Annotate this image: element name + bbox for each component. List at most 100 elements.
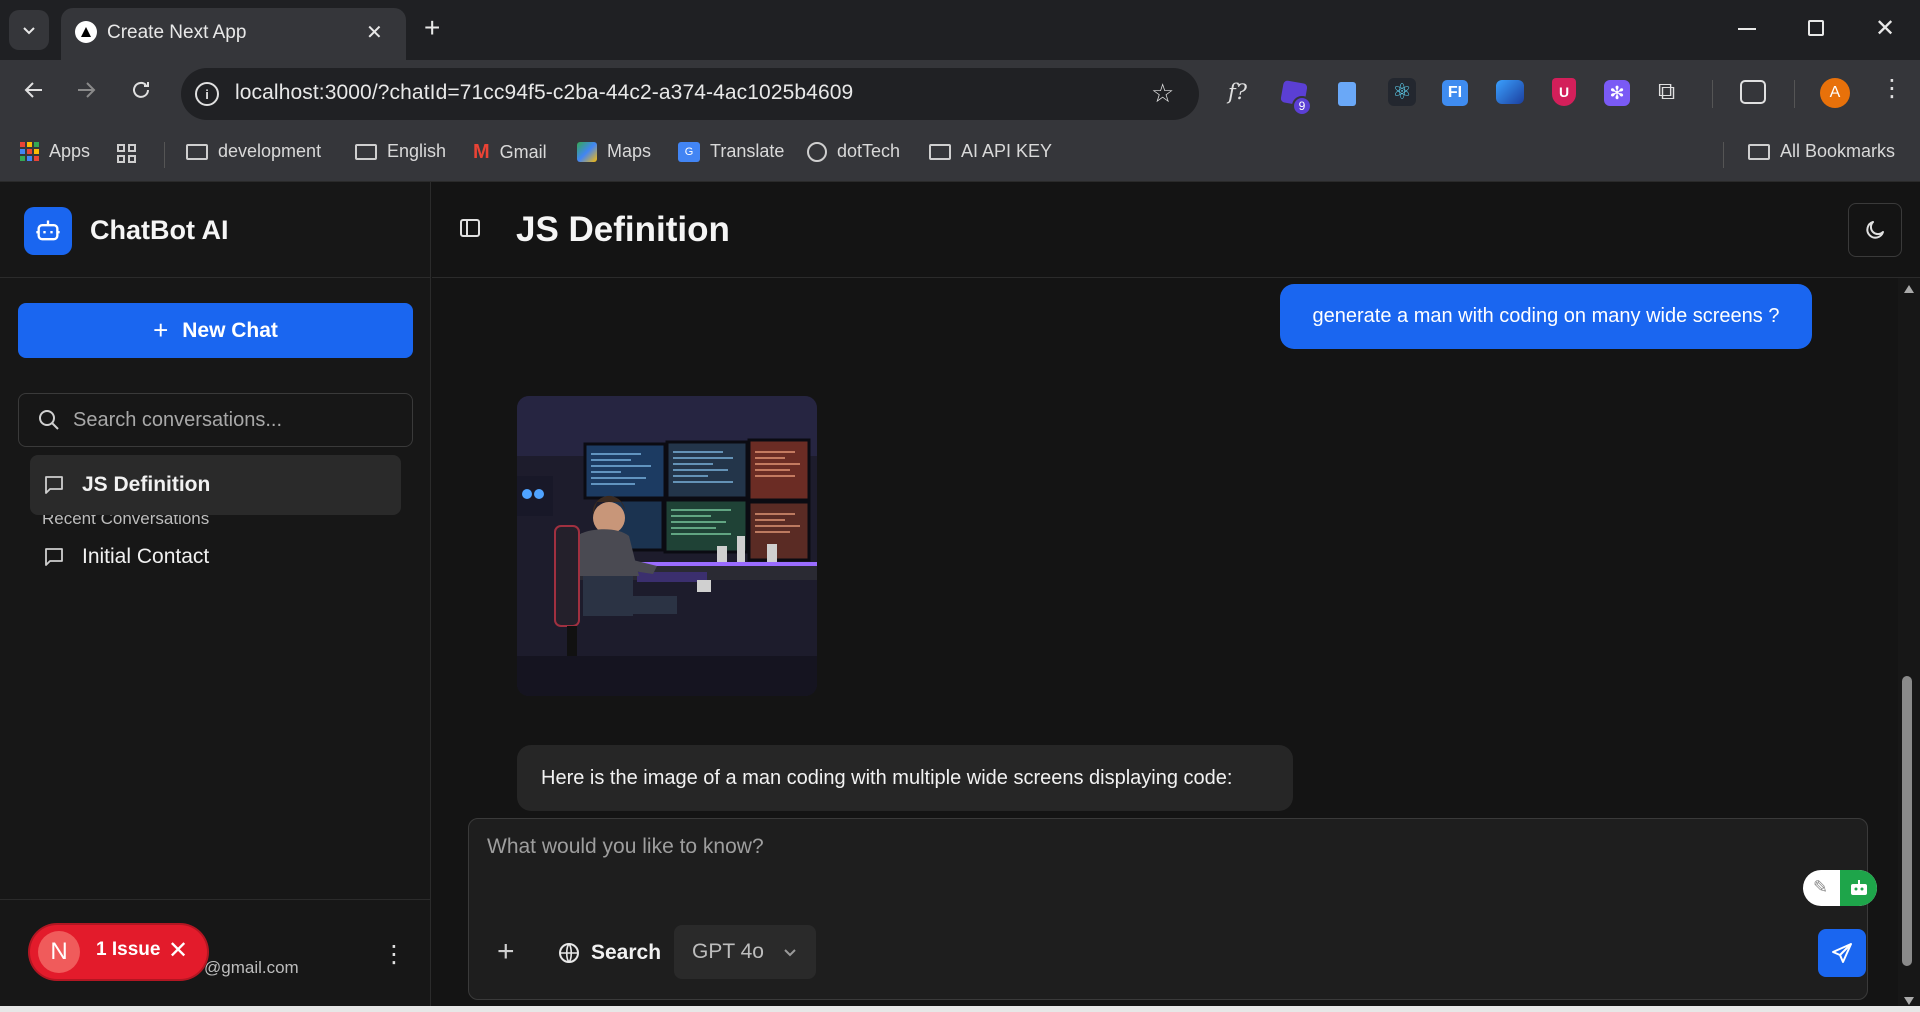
message-input[interactable] [487,835,1787,895]
bookmark-label: Maps [607,141,652,161]
chat-main: JS Definition generate a man with coding… [432,182,1920,1012]
bot-logo [24,207,72,255]
tab-title: Create Next App [107,22,247,43]
scrollbar-thumb[interactable] [1902,676,1912,966]
send-button[interactable] [1818,929,1866,977]
nextjs-issues-badge[interactable]: N 1 Issue ✕ [30,925,207,979]
browser-tab-bar: Create Next App ✕ + ✕ [0,0,1920,60]
browser-menu-icon[interactable]: ⋮ [1880,74,1904,103]
minimize-icon[interactable] [1738,28,1756,30]
message-square-icon [45,548,63,566]
send-icon [1832,943,1852,963]
chat-title: JS Definition [516,210,730,249]
grammar-extension-widget[interactable]: ✎ [1803,870,1877,906]
browser-tab-active[interactable]: Create Next App ✕ [61,8,406,60]
search-input[interactable] [73,404,393,436]
bot-icon [36,220,60,241]
url-text[interactable]: localhost:3000/?chatId=71cc94f5-c2ba-44c… [235,81,853,105]
assistant-message: Here is the image of a man coding with m… [517,745,1293,811]
react-devtools-icon[interactable]: ⚛ [1388,78,1416,106]
bookmark-maps[interactable]: Maps [577,141,651,162]
browser-toolbar: i localhost:3000/?chatId=71cc94f5-c2ba-4… [0,60,1920,128]
tab-close-icon[interactable]: ✕ [366,20,383,45]
search-icon [37,408,61,437]
bookmark-label: development [218,141,322,161]
sidebar-toggle-icon[interactable] [458,216,482,245]
folder-icon [929,143,951,160]
bookmark-label: Gmail [499,142,547,162]
issue-close-icon[interactable]: ✕ [168,936,188,965]
search-tool-label: Search [591,941,662,964]
close-window-icon[interactable]: ✕ [1875,14,1895,43]
forward-icon[interactable] [74,78,98,107]
model-select-value: GPT 4o [692,940,764,963]
bookmark-label: English [387,141,447,161]
ublock-icon[interactable]: U [1552,78,1576,106]
site-info-icon[interactable]: i [195,82,219,106]
fx-extension-icon[interactable]: f? [1228,80,1247,104]
theme-toggle-button[interactable] [1848,203,1902,257]
snow-extension-icon[interactable]: ✻ [1604,80,1630,106]
message-square-icon [45,476,63,494]
screenshot-icon[interactable] [1740,80,1766,104]
bookmark-label: AI API KEY [961,141,1053,161]
nextjs-logo-icon: N [38,931,80,973]
fi-extension-icon[interactable]: FI [1442,80,1468,106]
user-email: @gmail.com [204,958,299,977]
reload-icon[interactable] [129,78,153,107]
toolbar-divider [1794,80,1795,108]
globe-icon [807,141,827,162]
profile-avatar[interactable]: A [1820,78,1850,108]
address-bar[interactable]: i localhost:3000/?chatId=71cc94f5-c2ba-4… [181,68,1199,120]
conversation-title: JS Definition [82,473,211,496]
sidebar-footer-divider [0,899,431,900]
tab-groups-icon[interactable] [117,144,136,163]
new-tab-icon[interactable]: + [424,12,440,44]
sidebar: ChatBot AI + New Chat Recent Conversatio… [0,182,431,1012]
maps-icon [577,141,597,162]
bookmark-dottech[interactable]: dotTech [807,141,900,162]
bookmarks-divider [164,142,165,168]
bookmark-ai-api-key[interactable]: AI API KEY [929,141,1052,162]
new-chat-button[interactable]: + New Chat [18,303,413,358]
conversation-item-initial-contact[interactable]: Initial Contact [30,527,401,587]
all-bookmarks-label: All Bookmarks [1780,141,1896,161]
conversation-title: Initial Contact [82,545,210,568]
folder-icon [1748,143,1770,160]
translate-icon: G [678,141,700,162]
model-select[interactable]: GPT 4o [674,925,816,979]
bookmarks-divider [1723,142,1724,168]
moon-icon [1866,221,1884,239]
bookmark-apps[interactable]: Apps [20,141,90,162]
attach-plus-icon[interactable]: + [497,935,515,969]
nextjs-favicon-icon [75,21,97,43]
layers-extension-icon[interactable] [1496,80,1524,104]
restore-icon[interactable] [1808,20,1824,36]
scroll-down-arrow-icon[interactable] [1903,996,1915,1006]
new-chat-label: New Chat [182,318,278,342]
user-menu-icon[interactable]: ⋮ [382,940,406,969]
globe-icon [559,943,579,963]
bookmark-gmail[interactable]: M Gmail [473,141,547,164]
sidebar-divider [0,277,431,278]
plus-icon: + [153,315,169,345]
back-icon[interactable] [22,78,46,107]
bookmark-english[interactable]: English [355,141,446,162]
generated-image[interactable] [517,396,817,696]
extensions-puzzle-icon[interactable]: ⧉ [1658,78,1675,106]
scroll-up-arrow-icon[interactable] [1903,284,1915,294]
docs-extension-icon[interactable] [1338,82,1356,106]
conversation-search[interactable] [18,393,413,447]
web-search-button[interactable]: Search [557,929,661,977]
conversation-item-js-definition[interactable]: JS Definition [30,455,401,515]
bookmark-translate[interactable]: G Translate [678,141,784,162]
apps-grid-icon [20,142,39,161]
bookmark-development[interactable]: development [186,141,321,162]
bookmark-label: Apps [49,141,91,161]
tab-search-button[interactable] [9,10,49,50]
toolbar-divider [1712,80,1713,108]
all-bookmarks[interactable]: All Bookmarks [1748,141,1895,162]
bot-helper-icon [1840,870,1877,906]
bookmark-label: Translate [710,141,785,161]
bookmark-star-icon[interactable]: ☆ [1151,78,1174,109]
